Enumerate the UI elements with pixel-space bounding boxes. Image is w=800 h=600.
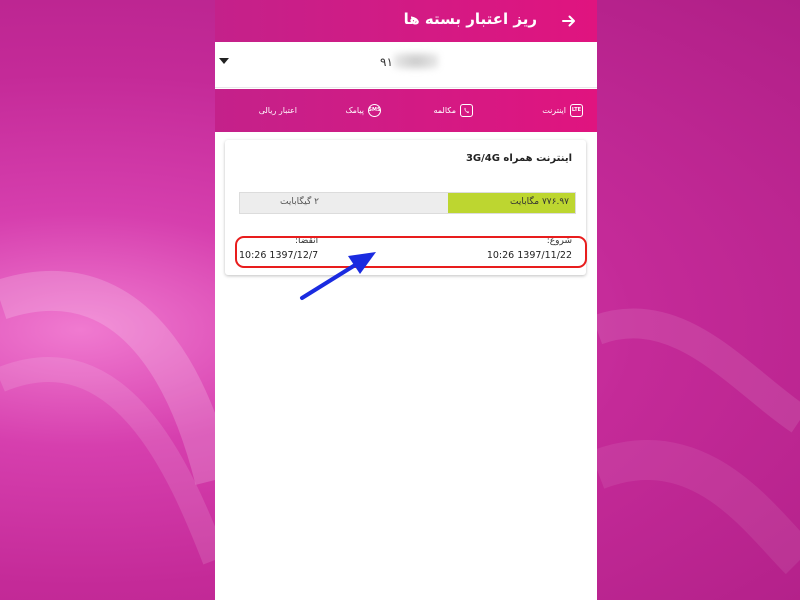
- tab-internet[interactable]: LTE اینترنت: [542, 89, 583, 132]
- highlight-box: [235, 236, 587, 268]
- page-title: ریز اعتبار بسته ها: [403, 10, 537, 28]
- usage-total-text: ۲ گیگابایت: [280, 197, 320, 207]
- caret-down-icon[interactable]: [219, 58, 229, 64]
- tab-rial-credit[interactable]: اعتبار ریالی: [259, 89, 297, 132]
- tab-label: مکالمه: [433, 106, 457, 115]
- package-title: اینترنت همراه 3G/4G: [465, 153, 572, 164]
- arrow-right-icon[interactable]: [557, 9, 581, 33]
- sms-icon: SMS: [368, 104, 381, 117]
- tab-bar: LTE اینترنت مکالمه SMS پیامک اعتبار ریال…: [215, 89, 597, 132]
- tab-label: اعتبار ریالی: [258, 106, 297, 115]
- selected-number: ۹۱: [380, 55, 393, 69]
- number-selector[interactable]: ۹۱: [215, 42, 597, 88]
- app-header: ریز اعتبار بسته ها: [215, 0, 597, 42]
- number-blur-mask: [393, 52, 439, 70]
- phone-screen: ریز اعتبار بسته ها ۹۱ LTE اینترنت مکالمه…: [215, 0, 597, 600]
- tab-sms[interactable]: SMS پیامک: [345, 89, 381, 132]
- phone-icon: [460, 104, 473, 117]
- tab-label: اینترنت: [542, 106, 566, 115]
- tab-label: پیامک: [345, 106, 364, 115]
- usage-progress-bar: ۷۷۶.۹۷ مگابایت ۲ گیگابایت: [239, 192, 576, 214]
- tab-calls[interactable]: مکالمه: [433, 89, 473, 132]
- usage-used-text: ۷۷۶.۹۷ مگابایت: [509, 197, 569, 207]
- lte-icon: LTE: [570, 104, 583, 117]
